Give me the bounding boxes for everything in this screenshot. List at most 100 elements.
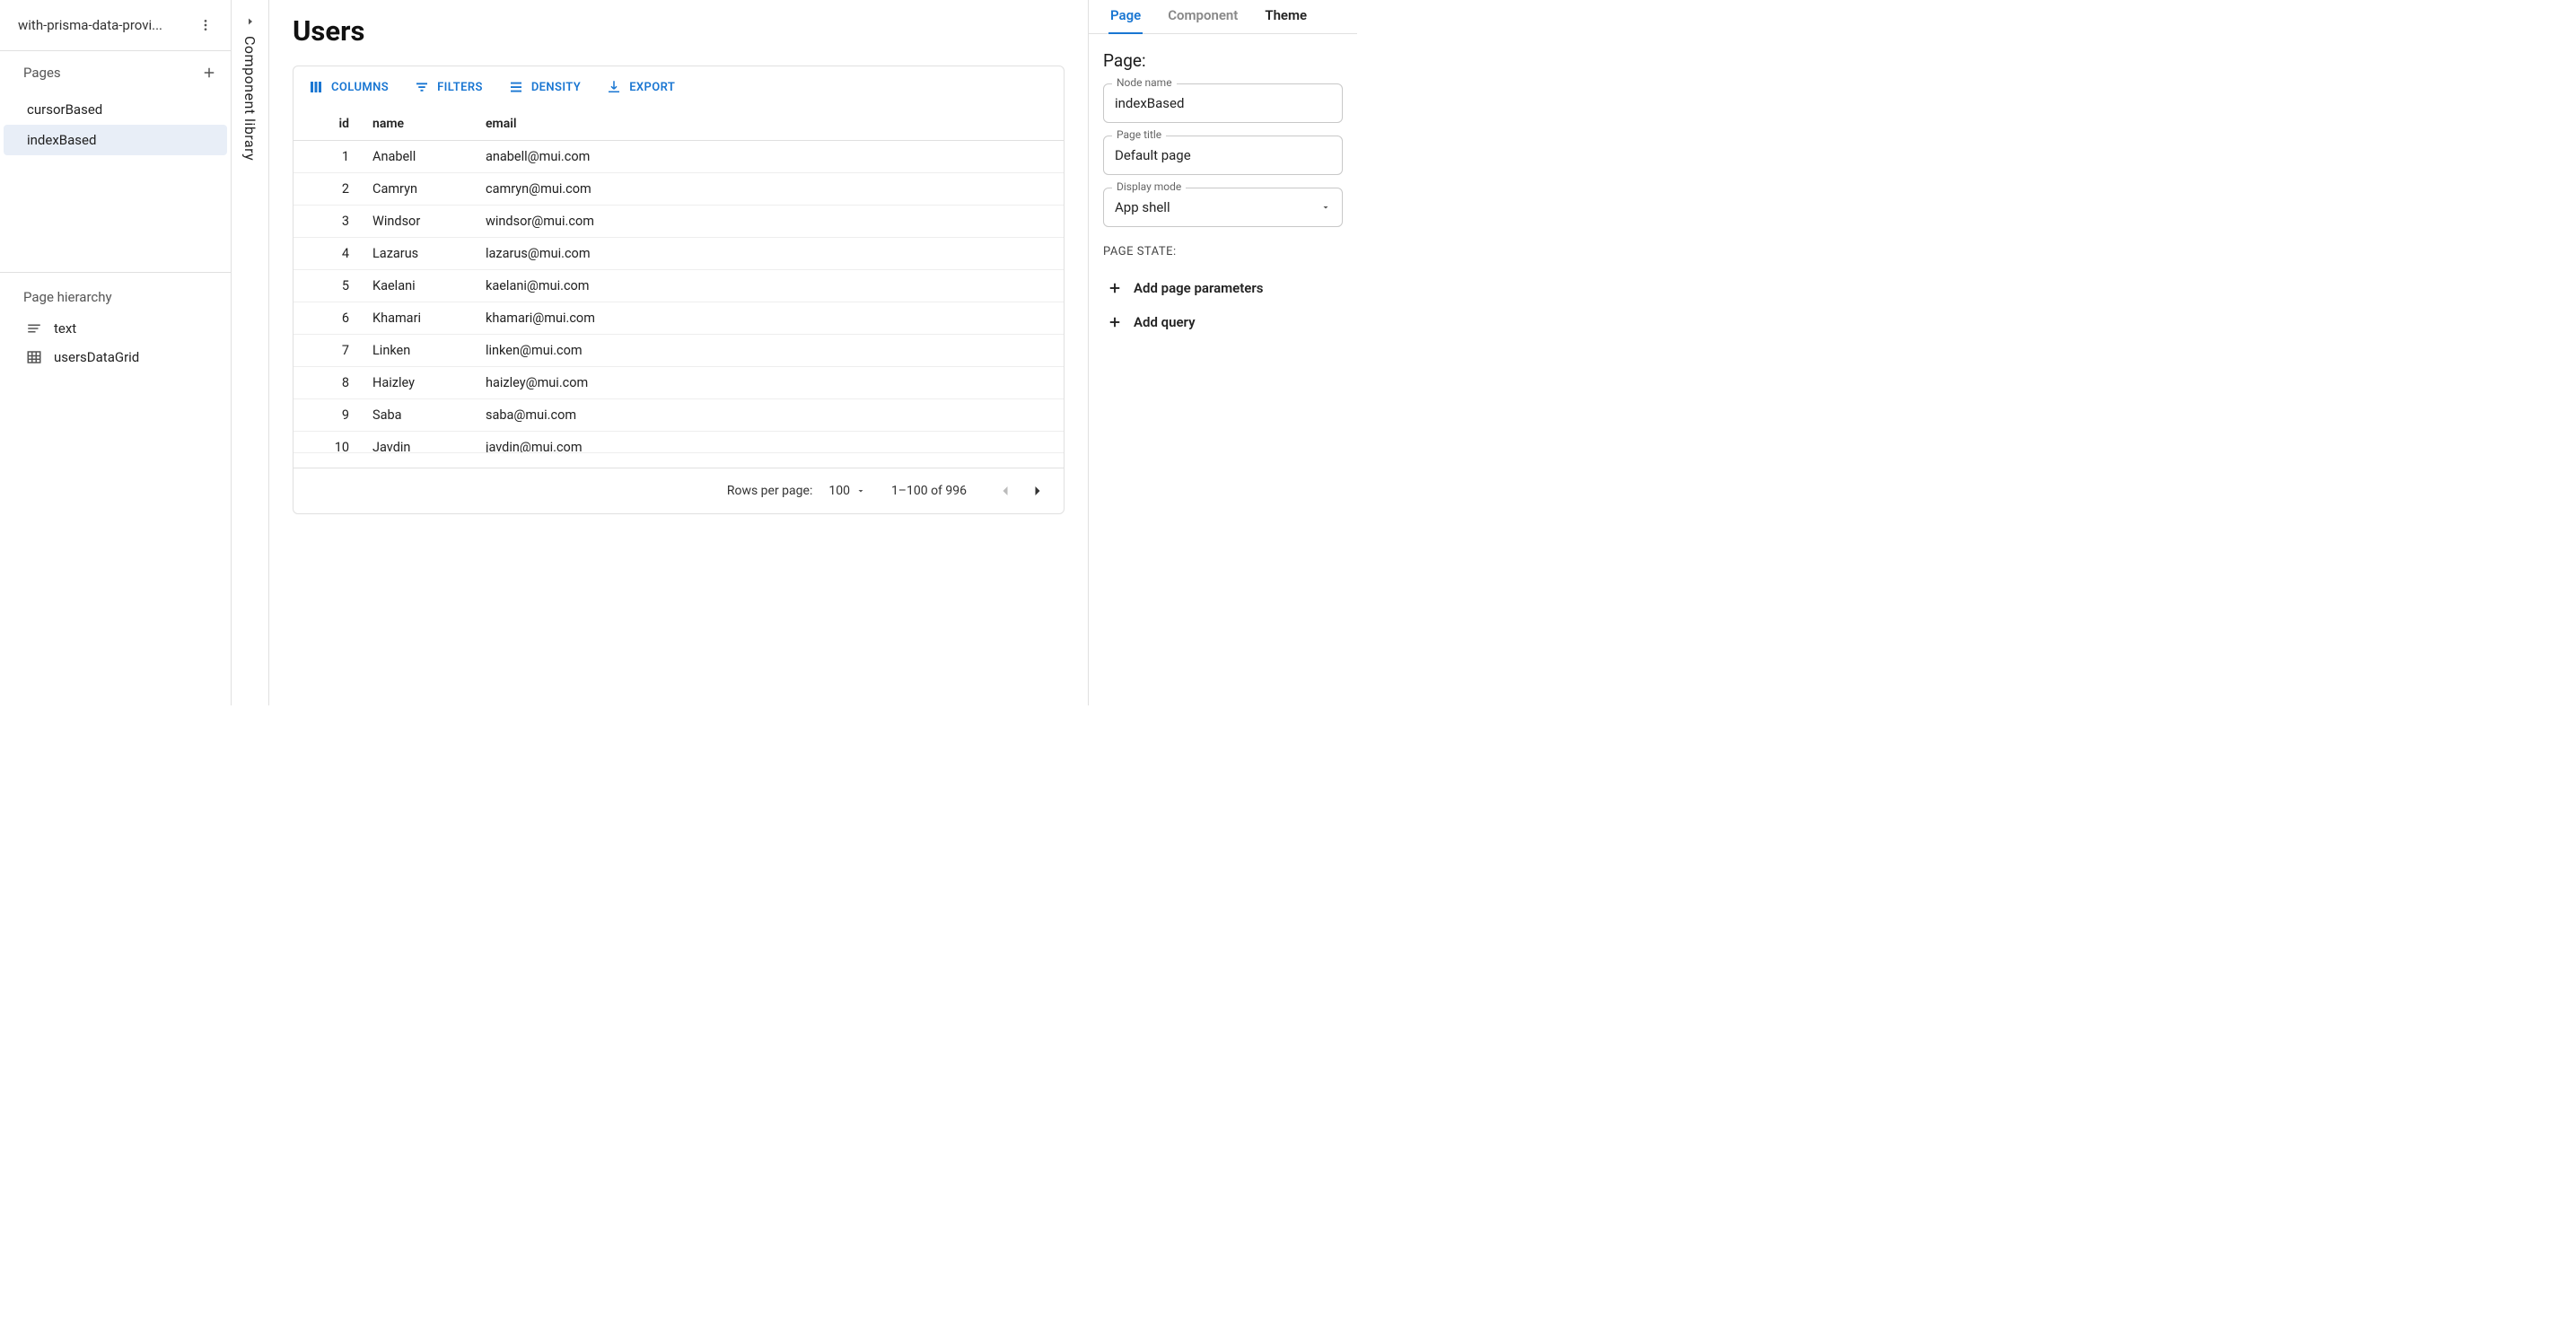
page-title-input[interactable] [1103,136,1343,175]
cell-email: khamari@mui.com [478,302,1064,334]
users-data-grid: COLUMNS FILTERS DENSITY [293,66,1065,514]
inspector-tabs: Page Component Theme [1089,0,1357,34]
table-row[interactable]: 7 Linken linken@mui.com [294,335,1064,367]
export-label: EXPORT [629,81,675,94]
dropdown-icon [1320,202,1331,213]
cell-email: haizley@mui.com [478,367,1064,398]
cell-name: Lazarus [365,238,478,269]
plus-icon [201,65,217,81]
rows-per-page-label: Rows per page: [727,484,812,498]
grid-toolbar: COLUMNS FILTERS DENSITY [294,66,1064,108]
cell-id: 4 [294,238,365,269]
pages-label: Pages [23,65,197,81]
display-mode-value: App shell [1115,199,1170,215]
left-sidebar: with-prisma-data-provi... Pages cursorBa… [0,0,232,705]
table-row[interactable]: 2 Camryn camryn@mui.com [294,173,1064,206]
chevron-right-icon [1029,482,1047,500]
cell-email: kaelani@mui.com [478,270,1064,302]
project-menu-button[interactable] [193,13,218,38]
col-header-name[interactable]: name [365,108,478,140]
add-page-button[interactable] [197,60,222,85]
table-row[interactable]: 5 Kaelani kaelani@mui.com [294,270,1064,302]
add-page-parameters-button[interactable]: Add page parameters [1103,271,1343,305]
next-page-button[interactable] [1024,477,1051,504]
cell-name: Windsor [365,206,478,237]
plus-icon [1107,280,1123,296]
hierarchy-item-text[interactable]: text [0,314,231,343]
density-label: DENSITY [531,81,581,94]
cell-email: saba@mui.com [478,399,1064,431]
tab-theme[interactable]: Theme [1263,7,1309,33]
cell-name: Anabell [365,141,478,172]
field-label: Display mode [1112,180,1186,193]
density-button[interactable]: DENSITY [504,75,584,99]
page-list: cursorBased indexBased [0,94,231,155]
field-display-mode: Display mode App shell [1103,188,1343,227]
table-row[interactable]: 3 Windsor windsor@mui.com [294,206,1064,238]
pagination-info: 1–100 of 996 [891,484,967,498]
action-label: Add page parameters [1134,280,1263,296]
field-node-name: Node name [1103,83,1343,123]
panel-heading: Page: [1103,50,1343,71]
cell-email: anabell@mui.com [478,141,1064,172]
hierarchy-item-label: text [54,320,76,337]
text-lines-icon [25,319,43,337]
display-mode-select[interactable]: App shell [1103,188,1343,227]
hierarchy-header: Page hierarchy [0,284,231,314]
columns-button[interactable]: COLUMNS [304,75,392,99]
expand-rail-button[interactable] [245,16,256,27]
prev-page-button[interactable] [992,477,1019,504]
columns-label: COLUMNS [331,81,389,94]
export-button[interactable]: EXPORT [602,75,679,99]
grid-icon [25,348,43,366]
grid-footer: Rows per page: 100 1–100 of 996 [294,468,1064,513]
table-row[interactable]: 10 Javdin javdin@mui.com [294,432,1064,453]
col-header-email[interactable]: email [478,108,1064,140]
rail-label[interactable]: Component library [241,36,258,161]
action-label: Add query [1134,314,1196,330]
col-header-id[interactable]: id [294,108,365,140]
hierarchy-item-usersdatagrid[interactable]: usersDataGrid [0,343,231,372]
cell-email: windsor@mui.com [478,206,1064,237]
field-label: Node name [1112,76,1177,89]
cell-name: Kaelani [365,270,478,302]
table-row[interactable]: 4 Lazarus lazarus@mui.com [294,238,1064,270]
cell-name: Haizley [365,367,478,398]
page-item-indexbased[interactable]: indexBased [4,125,227,155]
filter-icon [414,79,430,95]
cell-name: Khamari [365,302,478,334]
cell-id: 5 [294,270,365,302]
cell-id: 2 [294,173,365,205]
page-item-cursorbased[interactable]: cursorBased [0,94,231,125]
cell-id: 1 [294,141,365,172]
tab-component[interactable]: Component [1166,7,1240,33]
table-row[interactable]: 9 Saba saba@mui.com [294,399,1064,432]
tab-page[interactable]: Page [1108,7,1143,34]
rows-per-page: Rows per page: 100 [727,484,866,498]
chevron-left-icon [996,482,1014,500]
pages-section-header: Pages [0,51,231,94]
table-row[interactable]: 6 Khamari khamari@mui.com [294,302,1064,335]
main-canvas: Users COLUMNS FILTERS [269,0,1088,705]
panel-body: Page: Node name Page title Display mode … [1089,34,1357,355]
add-query-button[interactable]: Add query [1103,305,1343,339]
pagination-nav [992,477,1051,504]
cell-id: 6 [294,302,365,334]
filters-label: FILTERS [437,81,483,94]
cell-id: 10 [294,432,365,452]
cell-email: linken@mui.com [478,335,1064,366]
right-panel: Page Component Theme Page: Node name Pag… [1088,0,1357,705]
hierarchy-section: Page hierarchy text usersDataGrid [0,272,231,372]
hierarchy-item-label: usersDataGrid [54,349,139,365]
plus-icon [1107,314,1123,330]
filters-button[interactable]: FILTERS [410,75,486,99]
rows-per-page-select[interactable]: 100 [828,484,866,498]
table-row[interactable]: 1 Anabell anabell@mui.com [294,141,1064,173]
node-name-input[interactable] [1103,83,1343,123]
more-vert-icon [198,18,213,32]
rows-per-page-value: 100 [828,484,850,498]
columns-icon [308,79,324,95]
download-icon [606,79,622,95]
field-label: Page title [1112,128,1166,141]
table-row[interactable]: 8 Haizley haizley@mui.com [294,367,1064,399]
